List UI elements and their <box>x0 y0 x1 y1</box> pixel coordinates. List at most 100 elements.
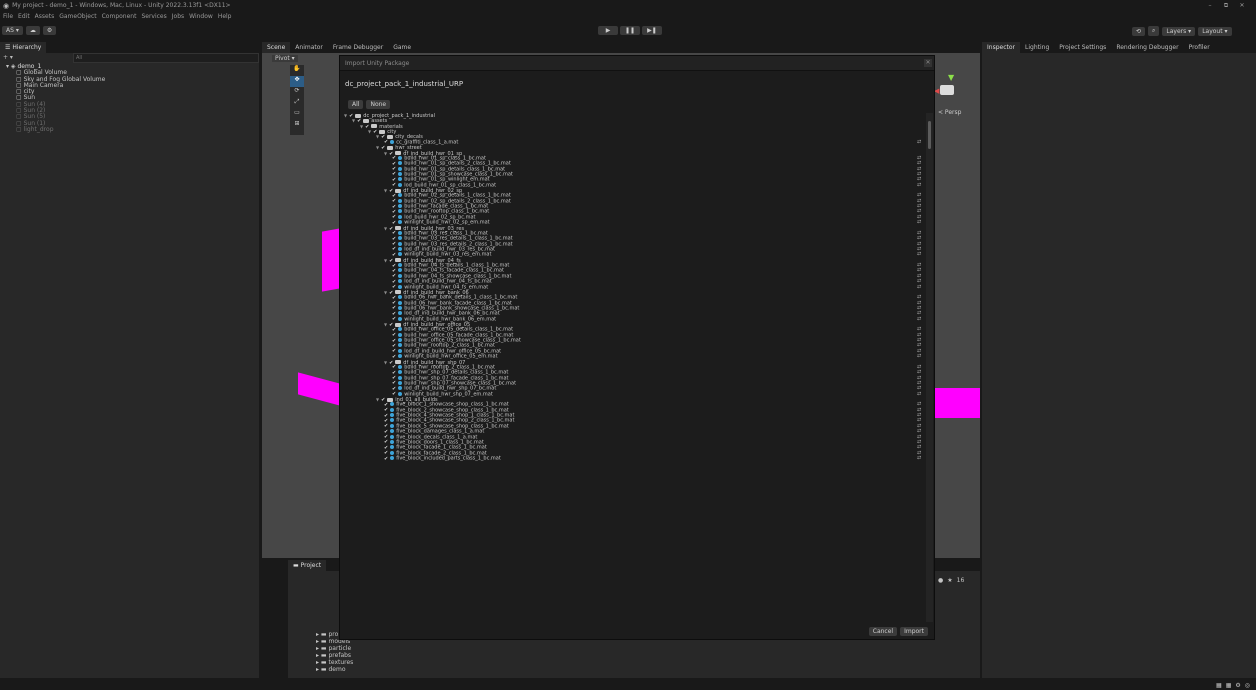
fold-arrow-icon[interactable]: ▼ <box>384 151 387 156</box>
step-button[interactable]: ▶❚ <box>642 26 662 35</box>
status-icon-4[interactable]: ◎ <box>1245 682 1250 689</box>
fold-arrow-icon[interactable]: ▼ <box>376 134 379 139</box>
tab-animator[interactable]: Animator <box>290 42 328 53</box>
tab-project-settings[interactable]: Project Settings <box>1054 42 1111 53</box>
tab-lighting[interactable]: Lighting <box>1020 42 1054 53</box>
project-folder[interactable]: ▸ ▬ demo <box>316 666 353 673</box>
import-button[interactable]: Import <box>900 627 928 636</box>
select-none-button[interactable]: None <box>366 100 391 109</box>
folder-icon <box>379 129 386 134</box>
tab-inspector[interactable]: Inspector <box>982 42 1020 53</box>
window-title: My project - demo_1 - Windows, Mac, Linu… <box>12 2 231 9</box>
folder-icon <box>395 290 402 295</box>
hand-tool-icon[interactable]: ✋ <box>290 65 304 76</box>
material-icon <box>390 439 395 444</box>
tree-scrollbar[interactable] <box>926 113 933 622</box>
fold-arrow-icon[interactable]: ▼ <box>368 129 371 134</box>
menu-item-2[interactable]: Assets <box>35 13 55 20</box>
material-icon <box>390 407 395 412</box>
tab-profiler[interactable]: Profiler <box>1184 42 1215 53</box>
menu-item-4[interactable]: Component <box>102 13 137 20</box>
fold-arrow-icon[interactable]: ▼ <box>344 113 347 118</box>
menu-item-6[interactable]: Jobs <box>172 13 184 20</box>
fold-arrow-icon[interactable]: ▼ <box>384 322 387 327</box>
layout-dropdown[interactable]: Layout ▾ <box>1198 26 1232 36</box>
move-tool-icon[interactable]: ✥ <box>290 76 304 87</box>
menu-item-5[interactable]: Services <box>141 13 166 20</box>
fold-arrow-icon[interactable]: ▼ <box>384 258 387 263</box>
fold-arrow-icon[interactable]: ▼ <box>384 360 387 365</box>
star-icon[interactable]: ★ <box>947 577 952 584</box>
fold-arrow-icon[interactable]: ▼ <box>384 226 387 231</box>
tab-project[interactable]: ▬ Project <box>288 560 327 571</box>
add-button[interactable]: + ▾ <box>3 54 13 61</box>
pivot-label: Pivot <box>275 55 290 62</box>
menu-item-7[interactable]: Window <box>189 13 213 20</box>
material-icon <box>398 246 403 251</box>
menu-item-8[interactable]: Help <box>218 13 232 20</box>
status-icon-3[interactable]: ⚙ <box>1235 682 1240 689</box>
fold-arrow-icon[interactable]: ▼ <box>384 290 387 295</box>
rotate-tool-icon[interactable]: ⟳ <box>290 87 304 98</box>
eye-icon[interactable]: ● <box>938 577 943 584</box>
gameobject-icon: ▢ <box>16 125 24 133</box>
cloud-icon: ☁ <box>29 27 36 34</box>
persp-label[interactable]: < Persp <box>938 109 961 116</box>
material-icon <box>398 263 403 268</box>
play-button[interactable]: ▶ <box>598 26 618 35</box>
tab-scene[interactable]: Scene <box>262 42 291 53</box>
title-bar: ◉ My project - demo_1 - Windows, Mac, Li… <box>0 0 1256 11</box>
material-icon <box>398 305 403 310</box>
history-button[interactable]: ⟲ <box>1132 26 1146 36</box>
pivot-dropdown[interactable]: Pivot ▾ <box>272 55 298 62</box>
tab-hierarchy[interactable]: ☰ Hierarchy <box>0 42 47 53</box>
cancel-button[interactable]: Cancel <box>868 627 898 636</box>
hierarchy-search-input[interactable] <box>72 52 259 63</box>
material-icon <box>390 434 395 439</box>
layers-dropdown[interactable]: Layers ▾ <box>1162 26 1196 36</box>
fold-arrow-icon[interactable]: ▼ <box>360 124 363 129</box>
rect-tool-icon[interactable]: ▭ <box>290 109 304 120</box>
scene-gizmo[interactable]: ▼ ◀ <box>934 73 964 113</box>
pause-button[interactable]: ❚❚ <box>620 26 640 35</box>
menu-item-1[interactable]: Edit <box>18 13 30 20</box>
project-folder[interactable]: ▸ ▬ prefabs <box>316 652 353 659</box>
history-icon: ⟲ <box>1136 27 1142 35</box>
folder-icon: ▸ ▬ <box>316 631 329 638</box>
checkbox[interactable]: ✔ <box>384 456 388 462</box>
dialog-close-button[interactable]: ✕ <box>924 59 932 67</box>
material-icon <box>398 214 403 219</box>
menu-item-3[interactable]: GameObject <box>59 13 96 20</box>
menu-item-0[interactable]: File <box>3 13 13 20</box>
collab-button[interactable]: ⚙ <box>42 26 57 35</box>
cloud-button[interactable]: ☁ <box>25 26 40 35</box>
select-all-button[interactable]: All <box>348 100 364 109</box>
folder-icon <box>395 226 402 231</box>
status-icon-2[interactable]: ▦ <box>1226 682 1232 689</box>
maximize-button[interactable]: ⧉ <box>1218 2 1234 10</box>
center-tabstrip: Scene Animator Frame Debugger Game <box>262 42 980 53</box>
scrollbar-thumb[interactable] <box>928 121 931 149</box>
transform-tool-icon[interactable]: ⊞ <box>290 120 304 131</box>
tab-rendering-debugger[interactable]: Rendering Debugger <box>1111 42 1183 53</box>
tab-frame-debugger[interactable]: Frame Debugger <box>328 42 388 53</box>
project-folder[interactable]: ▸ ▬ textures <box>316 659 353 666</box>
tree-file-row[interactable]: ✔ five_block_included_parts_class_1_bc.ma… <box>340 455 926 462</box>
hierarchy-item[interactable]: ▢ light_drop <box>16 125 259 133</box>
status-icon-1[interactable]: ▦ <box>1216 682 1222 689</box>
close-button[interactable]: ✕ <box>1234 2 1250 9</box>
fold-arrow-icon[interactable]: ▼ <box>384 188 387 193</box>
fold-arrow-icon[interactable]: ▼ <box>352 118 355 123</box>
account-dropdown[interactable]: AS ▾ <box>2 26 23 35</box>
fold-arrow-icon[interactable]: ▼ <box>376 145 379 150</box>
tab-game[interactable]: Game <box>388 42 416 53</box>
project-folder-label: particle <box>328 645 352 652</box>
material-icon <box>398 338 403 343</box>
search-button[interactable]: ⌕ <box>1148 26 1160 36</box>
project-folder[interactable]: ▸ ▬ particle <box>316 645 353 652</box>
material-icon <box>398 273 403 278</box>
material-icon <box>390 413 395 418</box>
minimize-button[interactable]: – <box>1202 2 1218 9</box>
fold-arrow-icon[interactable]: ▼ <box>376 397 379 402</box>
scale-tool-icon[interactable]: ⤢ <box>290 98 304 109</box>
